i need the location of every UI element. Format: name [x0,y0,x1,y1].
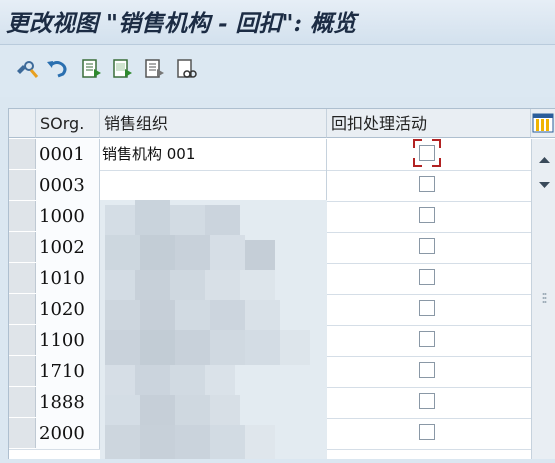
rebate-active-checkbox[interactable] [419,300,435,316]
rebate-active-checkbox[interactable] [419,238,435,254]
maintenance-table: SOrg. 销售组织 回扣处理活动 0001 销售机构 001 0003 1000 10… [8,108,555,459]
obscured-names [100,200,327,459]
column-header-rebate[interactable]: 回扣处理活动 [327,109,531,138]
rebate-cell [327,387,531,418]
rebate-cell [327,139,531,170]
row-selector[interactable] [9,263,36,293]
column-header-sorg[interactable]: SOrg. [36,109,100,138]
rebate-active-checkbox[interactable] [419,362,435,378]
rebate-active-checkbox[interactable] [419,331,435,347]
undo-icon[interactable] [45,57,69,81]
column-settings-header [531,109,555,138]
rebate-cell [327,294,531,325]
sales-org-code[interactable]: 1020 [36,294,100,325]
sales-org-code[interactable]: 0001 [36,139,100,170]
scroll-grip-icon[interactable] [542,289,547,308]
select-all-icon[interactable] [175,57,199,81]
table-row[interactable]: 0001 销售机构 001 [9,139,531,171]
rebate-cell [327,201,531,232]
sales-org-name: 销售机构 001 [100,139,327,170]
row-selector[interactable] [9,387,36,417]
sales-org-name [100,170,327,201]
select-all-rows-header[interactable] [9,109,36,138]
row-selector[interactable] [9,325,36,355]
new-entries-icon[interactable] [80,57,104,81]
sales-org-code[interactable]: 1710 [36,356,100,387]
delete-icon[interactable] [143,57,167,81]
row-selector[interactable] [9,232,36,262]
scroll-up-icon[interactable] [539,149,550,168]
sales-org-code[interactable]: 1000 [36,201,100,232]
sales-org-code[interactable]: 0003 [36,170,100,201]
rebate-cell [327,356,531,387]
row-selector[interactable] [9,356,36,386]
rebate-active-checkbox[interactable] [419,393,435,409]
column-settings-icon[interactable] [532,112,554,134]
rebate-cell [327,418,531,449]
sales-org-code[interactable]: 1100 [36,325,100,356]
vertical-scrollbar[interactable] [531,139,555,459]
sales-org-code[interactable]: 2000 [36,418,100,449]
window-title: 更改视图 "销售机构 - 回扣": 概览 [6,10,357,37]
copy-icon[interactable] [111,57,135,81]
row-selector[interactable] [9,201,36,231]
rebate-active-checkbox[interactable] [419,269,435,285]
rebate-active-checkbox[interactable] [419,424,435,440]
rebate-cell [327,325,531,356]
table-row[interactable]: 0003 [9,170,531,202]
row-selector[interactable] [9,170,36,200]
scroll-down-icon[interactable] [539,174,550,193]
rebate-cell [327,232,531,263]
row-selector[interactable] [9,294,36,324]
display-change-icon[interactable] [14,57,39,81]
rebate-cell [327,170,531,201]
rebate-cell [327,263,531,294]
title-bar: 更改视图 "销售机构 - 回扣": 概览 [0,0,555,45]
sales-org-code[interactable]: 1888 [36,387,100,418]
rebate-active-checkbox[interactable] [419,176,435,192]
application-toolbar [0,45,555,97]
column-header-sales-org[interactable]: 销售组织 [100,109,327,138]
sales-org-code[interactable]: 1002 [36,232,100,263]
rebate-active-checkbox[interactable] [419,207,435,223]
row-selector[interactable] [9,139,36,169]
sales-org-code[interactable]: 1010 [36,263,100,294]
row-selector[interactable] [9,418,36,448]
focus-frame [413,139,441,167]
